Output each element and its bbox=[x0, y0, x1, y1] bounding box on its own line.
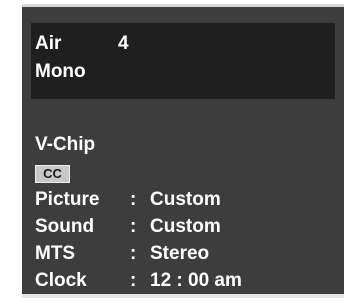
setting-label: Picture bbox=[35, 189, 100, 210]
setting-separator: : bbox=[130, 189, 137, 210]
setting-label: Clock bbox=[35, 270, 87, 291]
cc-badge: CC bbox=[35, 165, 70, 183]
tv-info-osd: Air 4 Mono V-Chip CC Picture : Custom So… bbox=[22, 4, 344, 298]
channel-number: 4 bbox=[118, 33, 129, 54]
setting-value: Custom bbox=[150, 216, 221, 237]
audio-mode: Mono bbox=[35, 61, 86, 82]
setting-value: 12 : 00 am bbox=[150, 270, 242, 291]
vchip-label: V-Chip bbox=[35, 134, 96, 155]
setting-separator: : bbox=[130, 243, 137, 264]
setting-value: Stereo bbox=[150, 243, 210, 264]
setting-separator: : bbox=[130, 216, 137, 237]
setting-separator: : bbox=[130, 270, 137, 291]
setting-value: Custom bbox=[150, 189, 221, 210]
setting-label: Sound bbox=[35, 216, 95, 237]
setting-label: MTS bbox=[35, 243, 76, 264]
channel-source: Air bbox=[35, 33, 62, 54]
